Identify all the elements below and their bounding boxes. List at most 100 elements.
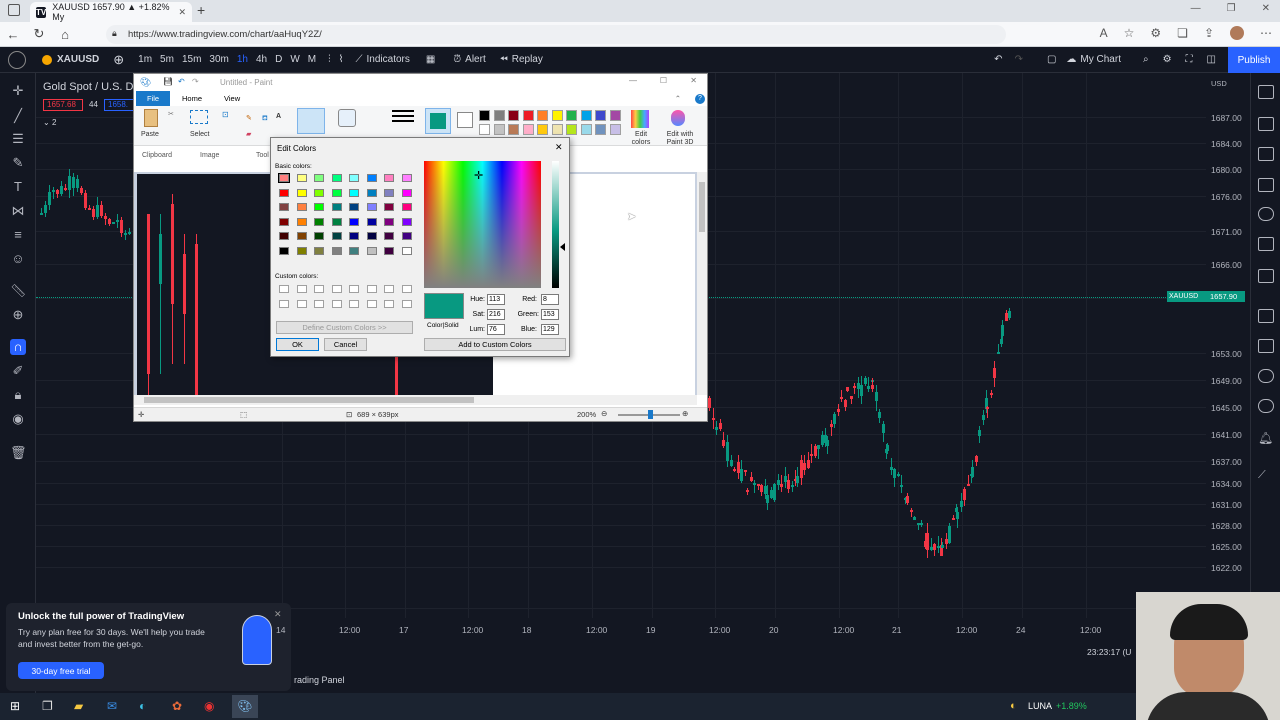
palette-swatch[interactable]	[609, 110, 621, 121]
custom-color-slot[interactable]	[296, 299, 307, 308]
file-explorer-icon[interactable]: ▰	[74, 699, 83, 713]
edit-colors-icon[interactable]	[631, 110, 649, 128]
crop-icon[interactable]: ⊡	[222, 110, 229, 119]
red-field[interactable]: 8	[541, 294, 559, 305]
snapshot-icon[interactable]: ◫	[1207, 54, 1216, 65]
basic-color-swatch[interactable]	[384, 232, 394, 240]
lock-drawings-icon[interactable]: ✐	[10, 363, 26, 379]
timeframe-D[interactable]: D	[271, 54, 286, 65]
zoom-in-icon[interactable]: ⊕	[10, 307, 26, 323]
custom-color-slot[interactable]	[331, 299, 342, 308]
basic-color-swatch[interactable]	[296, 246, 307, 255]
trash-icon[interactable]: 🗑︎	[10, 445, 27, 461]
task-view-icon[interactable]: ❐	[42, 699, 53, 713]
maximize-icon[interactable]: ❐	[1227, 3, 1236, 14]
broadcast-icon[interactable]	[1258, 399, 1274, 413]
edge-icon[interactable]: ◐	[139, 699, 146, 713]
timeframe-M[interactable]: M	[304, 54, 320, 65]
brushes-button[interactable]	[297, 108, 325, 134]
timeframe-1m[interactable]: 1m	[134, 54, 156, 65]
basic-color-swatch[interactable]	[296, 188, 307, 197]
palette-swatch[interactable]	[595, 124, 606, 135]
basic-color-swatch[interactable]	[314, 188, 324, 197]
ok-button[interactable]: OK	[276, 338, 319, 351]
define-custom-colors-button[interactable]: Define Custom Colors >>	[276, 321, 413, 334]
pencil-icon[interactable]: ✎	[246, 114, 252, 122]
dialog-close-icon[interactable]: ✕	[555, 142, 563, 153]
timeframe-15m[interactable]: 15m	[178, 54, 205, 65]
basic-color-swatch[interactable]	[366, 217, 377, 226]
eraser-icon[interactable]: ▰	[246, 130, 251, 138]
basic-color-swatch[interactable]	[279, 217, 289, 226]
basic-color-swatch[interactable]	[278, 173, 290, 183]
cancel-button[interactable]: Cancel	[324, 338, 367, 351]
basic-color-swatch[interactable]	[401, 232, 412, 240]
layout-name[interactable]: My Chart	[1080, 54, 1121, 65]
basic-color-swatch[interactable]	[349, 246, 359, 255]
lock-icon[interactable]: 🔒︎	[10, 387, 26, 403]
emoji-icon[interactable]: ☺	[10, 251, 26, 267]
layout-icon[interactable]: ▢	[1047, 54, 1056, 65]
palette-swatch[interactable]	[493, 124, 505, 135]
timeframe-30m[interactable]: 30m	[205, 54, 232, 65]
custom-color-slot[interactable]	[384, 299, 394, 308]
text-tool-icon[interactable]: A	[276, 113, 281, 120]
basic-color-swatch[interactable]	[279, 203, 289, 211]
basic-color-swatch[interactable]	[296, 203, 307, 211]
basic-color-swatch[interactable]	[331, 246, 342, 255]
redo-icon[interactable]: ↷	[1015, 54, 1023, 65]
blue-field[interactable]: 129	[541, 324, 559, 335]
undo-icon[interactable]: ↶	[994, 54, 1002, 65]
basic-color-swatch[interactable]	[349, 174, 359, 182]
custom-color-slot[interactable]	[401, 285, 412, 293]
streams-icon[interactable]	[1258, 339, 1274, 353]
notifications-icon[interactable]: 🔔︎	[1258, 431, 1274, 445]
custom-color-slot[interactable]	[366, 299, 377, 308]
line-style-icon[interactable]: ⌇	[339, 54, 344, 65]
timeframe-W[interactable]: W	[286, 54, 303, 65]
ribbon-collapse-icon[interactable]: ⌃	[675, 94, 681, 103]
fullscreen-icon[interactable]: ⛶	[1186, 54, 1193, 65]
trend-icon[interactable]: ⟋	[1258, 469, 1274, 483]
free-trial-button[interactable]: 30-day free trial	[18, 662, 104, 679]
basic-color-swatch[interactable]	[279, 232, 289, 240]
recorder-icon[interactable]: ◉	[204, 699, 214, 713]
palette-swatch[interactable]	[522, 110, 534, 121]
calendar-icon[interactable]	[1258, 207, 1274, 221]
paint-hscroll[interactable]	[134, 395, 697, 405]
text-icon[interactable]: T	[10, 179, 26, 195]
indicator-count[interactable]: ⌄ 2	[43, 118, 56, 127]
url-field[interactable]: 🔒︎ https://www.tradingview.com/chart/aaH…	[106, 25, 1006, 44]
app-icon[interactable]: ✿	[172, 699, 182, 713]
add-to-custom-colors-button[interactable]: Add to Custom Colors	[424, 338, 566, 351]
alert-button[interactable]: Alert	[465, 54, 486, 65]
palette-swatch[interactable]	[508, 110, 519, 121]
basic-color-swatch[interactable]	[366, 174, 377, 182]
menu-view[interactable]: View	[224, 94, 240, 103]
basic-color-swatch[interactable]	[279, 246, 289, 255]
size-icon[interactable]	[392, 110, 414, 112]
ask-price[interactable]: 1658.	[104, 99, 134, 111]
palette-swatch[interactable]	[580, 124, 592, 135]
basic-color-swatch[interactable]	[401, 174, 412, 182]
palette-swatch[interactable]	[609, 124, 621, 135]
tab-actions-icon[interactable]	[8, 4, 20, 16]
basic-color-swatch[interactable]	[401, 246, 412, 255]
trading-panel-tab[interactable]: rading Panel	[294, 675, 345, 685]
paint3d-label[interactable]: Edit with Paint 3D	[660, 131, 700, 147]
news-icon[interactable]	[1258, 237, 1274, 251]
brush-icon[interactable]: ✎	[10, 155, 26, 171]
clock[interactable]: 23:23:17 (U	[1087, 647, 1131, 657]
paint-maximize-icon[interactable]: ☐	[660, 76, 667, 85]
basic-color-swatch[interactable]	[366, 188, 377, 197]
custom-color-slot[interactable]	[331, 285, 342, 293]
publish-button[interactable]: Publish	[1228, 47, 1280, 73]
currency-label[interactable]: USD	[1211, 79, 1227, 88]
help-icon[interactable]: ?	[695, 93, 705, 104]
read-aloud-icon[interactable]: A	[1100, 26, 1108, 40]
menu-file[interactable]: File	[136, 91, 170, 106]
basic-color-swatch[interactable]	[349, 203, 359, 211]
new-tab-icon[interactable]: +	[197, 2, 205, 18]
extensions-icon[interactable]: ⚙	[1150, 26, 1161, 40]
compare-add-icon[interactable]: ⊕	[113, 52, 124, 68]
